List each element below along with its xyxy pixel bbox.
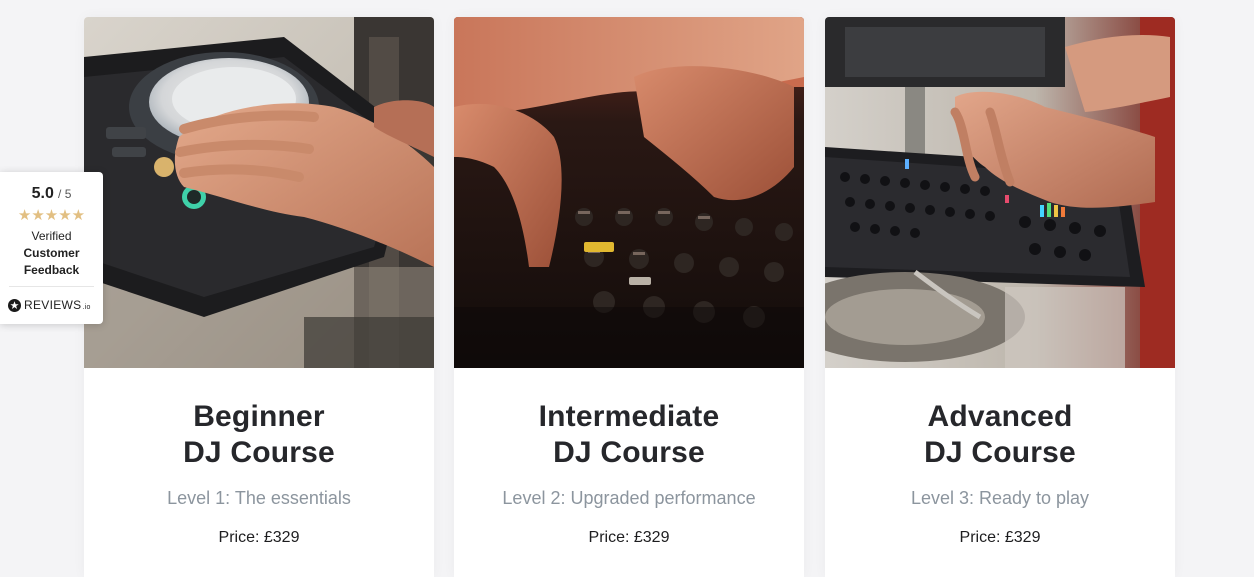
course-level: Level 3: Ready to play	[910, 488, 1090, 508]
course-title: Advanced DJ Course	[825, 399, 1175, 471]
rating-out-of: / 5	[58, 187, 72, 201]
course-level: Level 2: Upgraded performance	[502, 488, 756, 508]
course-title-line1: Advanced	[927, 400, 1073, 433]
course-title-line1: Beginner	[193, 400, 325, 433]
reviews-brand-suffix: .io	[82, 303, 91, 311]
dj-mixer-hands-photo[interactable]	[825, 17, 1175, 368]
course-level: Level 1: The essentials	[167, 488, 351, 508]
course-price: Price: £329	[588, 529, 670, 546]
reviews-brand-name: REVIEWS	[24, 298, 82, 312]
course-title: Beginner DJ Course	[84, 399, 434, 471]
feedback-label: Feedback	[23, 263, 80, 277]
course-cards: Beginner DJ Course Level 1: The essentia…	[84, 17, 1175, 577]
dj-mixer-knobs-photo[interactable]	[454, 17, 804, 368]
star-circle-icon	[8, 298, 21, 312]
course-title-line2: DJ Course	[553, 436, 705, 469]
course-title-line2: DJ Course	[183, 436, 335, 469]
course-card-beginner[interactable]: Beginner DJ Course Level 1: The essentia…	[84, 17, 434, 577]
reviews-badge[interactable]: 5.0 / 5 ★★★★★ Verified Customer Feedback…	[0, 172, 103, 324]
course-title-line1: Intermediate	[538, 400, 720, 433]
dj-turntable-hand-photo[interactable]	[84, 17, 434, 368]
course-title-line2: DJ Course	[924, 436, 1076, 469]
reviews-io-logo[interactable]: REVIEWS .io	[8, 297, 91, 313]
course-card-advanced[interactable]: Advanced DJ Course Level 3: Ready to pla…	[825, 17, 1175, 577]
course-card-intermediate[interactable]: Intermediate DJ Course Level 2: Upgraded…	[454, 17, 804, 577]
rating-score-value: 5.0	[31, 185, 54, 202]
rating-stars: ★★★★★	[17, 207, 86, 224]
course-price: Price: £329	[218, 529, 300, 546]
badge-divider	[9, 286, 94, 287]
customer-label: Customer	[23, 246, 80, 260]
rating-score: 5.0 / 5	[0, 185, 103, 203]
course-price: Price: £329	[959, 529, 1041, 546]
verified-label: Verified	[31, 229, 72, 243]
course-title: Intermediate DJ Course	[454, 399, 804, 471]
